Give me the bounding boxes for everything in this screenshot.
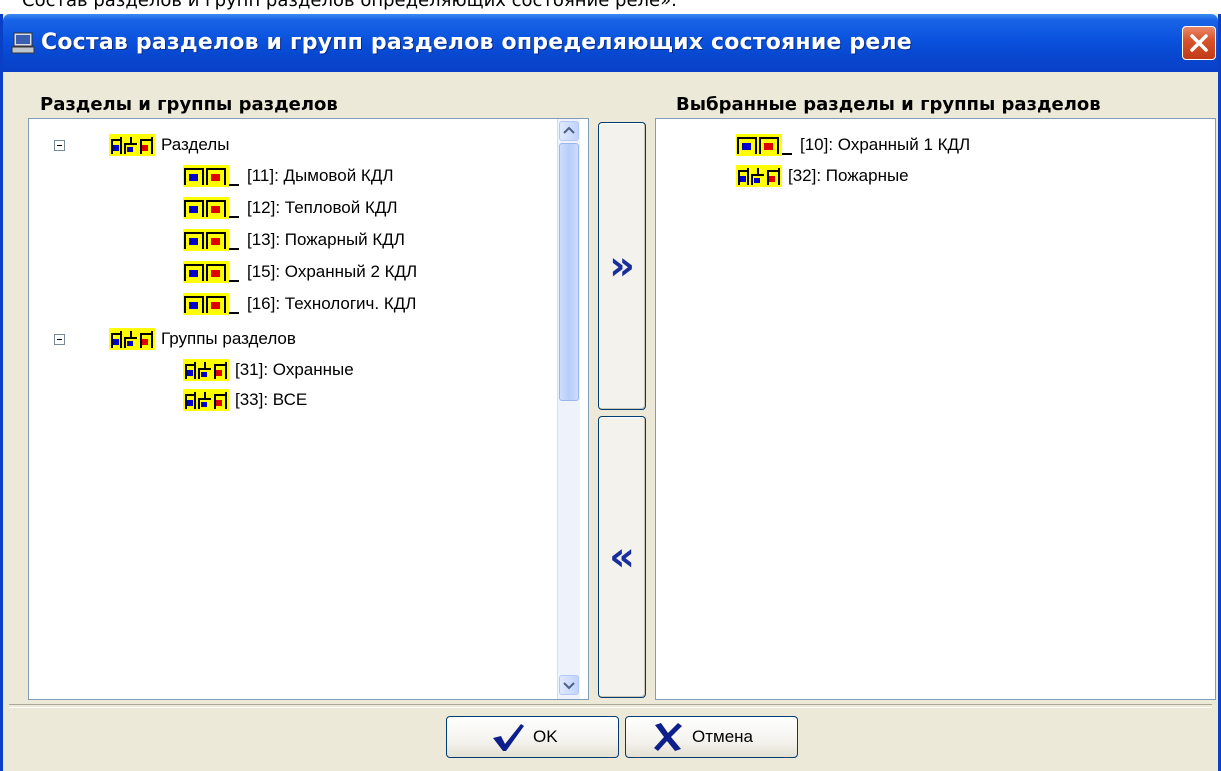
title-bar[interactable]: Состав разделов и групп разделов определ… [3, 14, 1218, 72]
cancel-x-icon [654, 723, 682, 751]
chevron-up-icon [563, 126, 575, 134]
partition-group-icon [183, 389, 229, 411]
ok-button[interactable]: OK [446, 716, 619, 758]
tree-node-partition-12[interactable]: [12]: Тепловой КДЛ [183, 193, 398, 223]
list-item-label: [32]: Пожарные [788, 166, 909, 185]
tree-node-label: [11]: Дымовой КДЛ [247, 166, 394, 185]
tree-node-groups[interactable]: Группы разделов [109, 324, 296, 354]
selected-list[interactable]: [10]: Охранный 1 КДЛ [32]: Пожарные [655, 118, 1216, 700]
tree-node-partitions[interactable]: Разделы [109, 130, 229, 160]
list-item-label: [10]: Охранный 1 КДЛ [800, 135, 971, 154]
partition-icon [183, 229, 239, 251]
partition-group-icon [183, 359, 229, 381]
tree-node-group-33[interactable]: [33]: ВСЕ [183, 385, 307, 415]
scroll-up-button[interactable] [559, 121, 579, 141]
collapse-toggle-partitions[interactable] [54, 140, 65, 151]
scroll-down-button[interactable] [559, 675, 579, 695]
collapse-toggle-groups[interactable] [54, 334, 65, 345]
add-selected-button[interactable]: » [598, 122, 646, 410]
tree-node-partition-11[interactable]: [11]: Дымовой КДЛ [183, 161, 394, 191]
chevron-down-icon [563, 682, 575, 690]
tree-node-partition-15[interactable]: [15]: Охранный 2 КДЛ [183, 257, 417, 287]
tree-node-label: [13]: Пожарный КДЛ [247, 230, 405, 249]
tree-node-label: [31]: Охранные [235, 360, 354, 379]
footer-divider [9, 704, 1212, 708]
tree-node-label: [15]: Охранный 2 КДЛ [247, 262, 418, 281]
selected-header: Выбранные разделы и группы разделов [676, 94, 1101, 115]
tree-node-partition-13[interactable]: [13]: Пожарный КДЛ [183, 225, 405, 255]
partition-group-icon [109, 134, 155, 156]
tree-node-label: [33]: ВСЕ [235, 390, 308, 409]
tree-node-partition-16[interactable]: [16]: Технологич. КДЛ [183, 289, 416, 319]
tree-node-label: [16]: Технологич. КДЛ [247, 294, 417, 313]
checkmark-icon [493, 724, 524, 751]
partition-group-icon [736, 165, 782, 187]
partition-icon [183, 197, 239, 219]
double-chevron-right-icon: » [609, 243, 635, 289]
tree-node-label: [12]: Тепловой КДЛ [247, 198, 398, 217]
tree-node-group-31[interactable]: [31]: Охранные [183, 355, 354, 385]
scroll-thumb[interactable] [559, 143, 579, 401]
partition-icon [183, 261, 239, 283]
window-title: Состав разделов и групп разделов определ… [41, 30, 912, 55]
cancel-button-label: Отмена [692, 727, 753, 746]
double-chevron-left-icon: « [609, 534, 635, 580]
caption-text: Состав разделов и групп разделов определ… [22, 0, 677, 11]
ok-button-label: OK [533, 727, 558, 746]
close-icon [1190, 34, 1208, 52]
available-header: Разделы и группы разделов [40, 94, 338, 115]
partition-group-icon [109, 328, 155, 350]
selected-item-group-32[interactable]: [32]: Пожарные [736, 161, 909, 191]
close-button[interactable] [1182, 26, 1216, 60]
document-caption: Состав разделов и групп разделов определ… [0, 0, 1221, 14]
tree-node-label: Группы разделов [161, 329, 296, 348]
available-tree[interactable]: Разделы [11]: Дымовой КДЛ [12]: Тепловой… [28, 118, 589, 700]
selected-item-partition-10[interactable]: [10]: Охранный 1 КДЛ [736, 130, 970, 160]
tree-scrollbar[interactable] [557, 119, 580, 699]
partition-icon [183, 293, 239, 315]
cancel-button[interactable]: Отмена [625, 716, 798, 758]
app-icon [11, 32, 35, 54]
remove-selected-button[interactable]: « [598, 416, 646, 698]
dialog-window: Состав разделов и групп разделов определ… [0, 14, 1221, 771]
partition-icon [183, 165, 239, 187]
partition-icon [736, 134, 792, 156]
tree-node-label: Разделы [161, 135, 230, 154]
